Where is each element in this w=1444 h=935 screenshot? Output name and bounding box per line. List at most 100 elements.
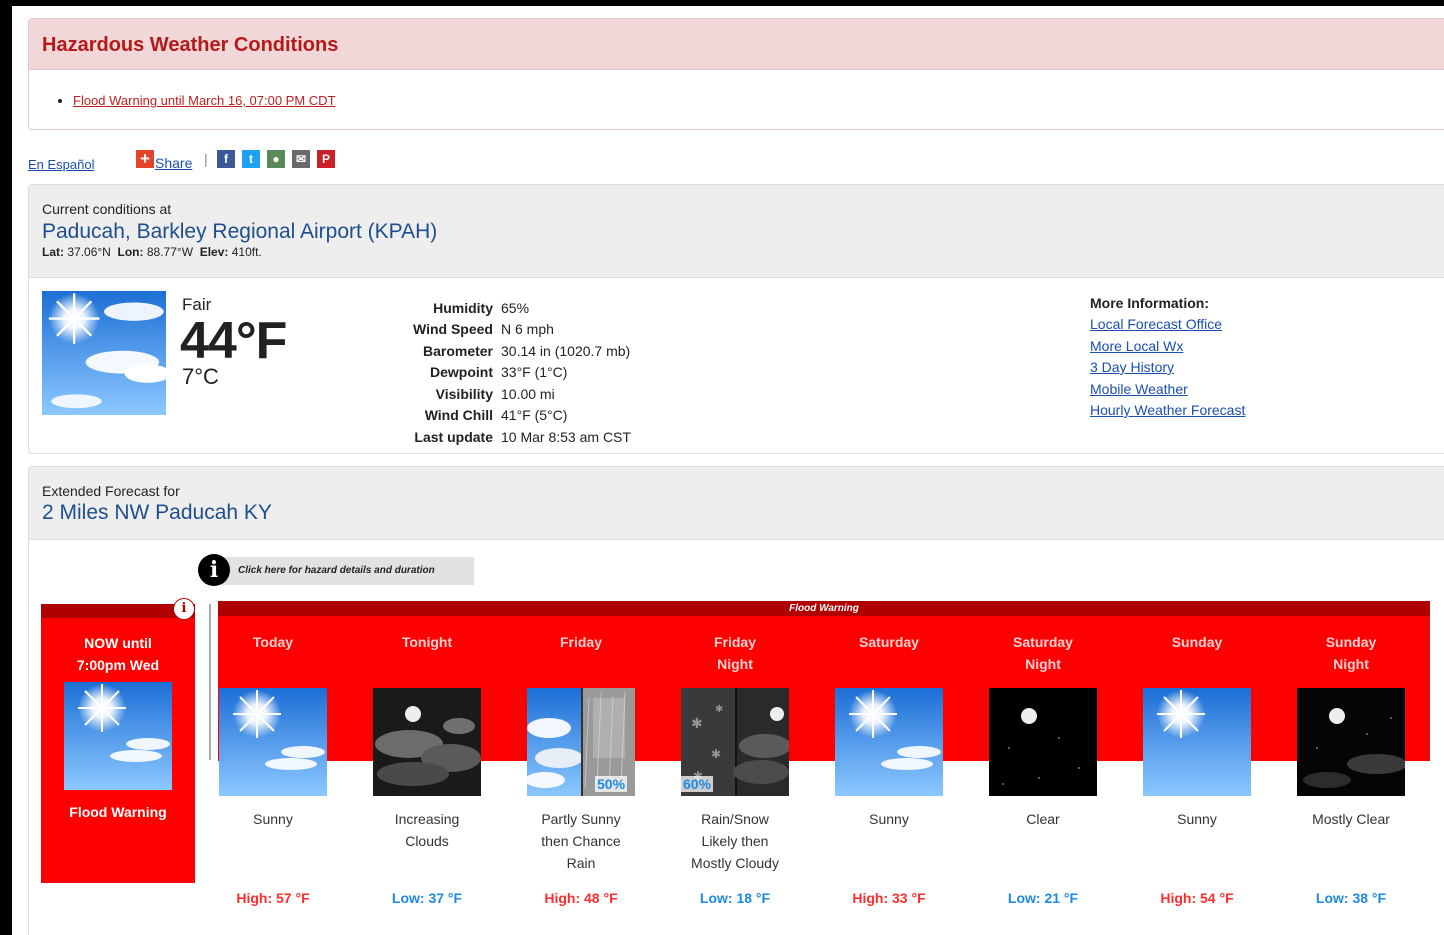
share-link[interactable]: Share [155, 155, 192, 171]
now-box-bar [41, 604, 195, 618]
period-name-line1: Friday [713, 634, 756, 650]
espanol-link[interactable]: En Español [28, 157, 95, 172]
hazard-header: Hazardous Weather Conditions [29, 19, 1444, 70]
detail-label: Wind Chill [424, 407, 493, 424]
flood-warning-link[interactable]: Flood Warning until March 16, 07:00 PM C… [73, 93, 336, 108]
detail-value: 33°F (1°C) [501, 364, 568, 381]
more-local-wx-link[interactable]: More Local Wx [1090, 336, 1245, 358]
fair-weather-icon [42, 291, 166, 415]
mobile-weather-link[interactable]: Mobile Weather [1090, 379, 1245, 401]
period-name: Sunday [1120, 631, 1274, 653]
period-description: Partly Sunny then Chance Rain [504, 808, 658, 874]
forecast-location: 2 Miles NW Paducah KY [42, 501, 272, 524]
desc-line: Likely then [701, 833, 769, 849]
more-info-heading: More Information: [1090, 295, 1209, 311]
period-name: Friday Night [658, 631, 812, 675]
lat-lon-elev: Lat: 37.06°N Lon: 88.77°W Elev: 410ft. [42, 245, 262, 259]
hazard-details-button[interactable]: Click here for hazard details and durati… [216, 557, 474, 585]
detail-row: Visibility 10.00 mi [409, 383, 635, 405]
period-name: Friday [504, 631, 658, 653]
detail-row: Humidity 65% [409, 297, 635, 319]
period-description: Sunny [1120, 808, 1274, 830]
share-plus-icon[interactable]: + [136, 150, 154, 168]
desc-line: Rain [566, 855, 596, 871]
desc-line: Sunny [869, 811, 909, 827]
period-name-line1: Today [252, 634, 294, 650]
page: Hazardous Weather Conditions Flood Warni… [12, 6, 1444, 935]
desc-line: Mostly Cloudy [691, 855, 779, 871]
period-temperature: Low: 21 °F [1007, 890, 1079, 906]
detail-row: Wind Chill 41°F (5°C) [409, 405, 635, 427]
more-info: More Information: Local Forecast Office … [1090, 295, 1245, 422]
detail-value: N 6 mph [501, 321, 554, 338]
digg-icon[interactable]: ● [267, 150, 285, 168]
period-name-line2: Night [1025, 656, 1061, 672]
detail-label: Dewpoint [430, 364, 493, 381]
desc-line: Clear [1026, 811, 1060, 827]
temperature-c: 7°C [182, 364, 219, 389]
email-icon[interactable]: ✉ [292, 150, 310, 168]
period-temperature: Low: 37 °F [391, 890, 463, 906]
detail-value: 30.14 in (1020.7 mb) [501, 342, 631, 359]
desc-line: Increasing [394, 811, 460, 827]
twitter-icon[interactable]: t [242, 150, 260, 168]
elev-label: Elev: [199, 245, 229, 259]
extended-forecast-header: Extended Forecast for 2 Miles NW Paducah… [29, 467, 1444, 540]
detail-value: 41°F (5°C) [501, 407, 568, 424]
detail-row: Barometer 30.14 in (1020.7 mb) [409, 340, 635, 362]
period-description: Sunny [812, 808, 966, 830]
now-info-icon[interactable]: i [173, 598, 195, 620]
temperature-f: 44°F [180, 312, 287, 370]
current-conditions-header: Current conditions at Paducah, Barkley R… [29, 185, 1444, 278]
pinterest-icon[interactable]: P [317, 150, 335, 168]
period-name-line1: Sunday [1325, 634, 1377, 650]
period-name: Sunday Night [1274, 631, 1428, 675]
hazard-title: Hazardous Weather Conditions [42, 34, 339, 56]
period-name-line1: Tonight [401, 634, 453, 650]
detail-value: 10 Mar 8:53 am CST [501, 428, 631, 445]
elev-value: 410ft. [231, 245, 262, 259]
detail-label: Humidity [433, 299, 493, 316]
sunny-icon [835, 688, 943, 796]
svg-text:✱: ✱ [711, 747, 721, 761]
period-name-line1: Saturday [859, 634, 919, 650]
period-temperature: High: 33 °F [852, 890, 926, 906]
now-line-2: 7:00pm Wed [76, 657, 160, 673]
forecast-band-label: Flood Warning [218, 601, 1430, 616]
sunny-icon [64, 682, 172, 790]
period-description: Sunny [196, 808, 350, 830]
hourly-forecast-link[interactable]: Hourly Weather Forecast [1090, 400, 1245, 422]
period-description: Rain/Snow Likely then Mostly Cloudy [658, 808, 812, 874]
period-description: Clear [966, 808, 1120, 830]
mostly-clear-night-icon [1297, 688, 1405, 796]
now-box-title: NOW until 7:00pm Wed [41, 632, 195, 676]
now-box-label: Flood Warning [69, 804, 167, 820]
night-clouds-icon [373, 688, 481, 796]
facebook-icon[interactable]: f [217, 150, 235, 168]
detail-row: Dewpoint 33°F (1°C) [409, 362, 635, 384]
desc-line: then Chance [541, 833, 621, 849]
period-temperature: High: 48 °F [544, 890, 618, 906]
detail-value: 65% [501, 299, 530, 316]
local-forecast-office-link[interactable]: Local Forecast Office [1090, 314, 1245, 336]
period-name: Saturday Night [966, 631, 1120, 675]
period-name: Saturday [812, 631, 966, 653]
period-name: Today [196, 631, 350, 653]
desc-line: Mostly Clear [1312, 811, 1390, 827]
desc-line: Clouds [405, 833, 449, 849]
current-conditions-panel: Current conditions at Paducah, Barkley R… [28, 184, 1444, 454]
svg-text:✱: ✱ [715, 704, 723, 715]
desc-line: Rain/Snow [701, 811, 769, 827]
three-day-history-link[interactable]: 3 Day History [1090, 357, 1245, 379]
detail-label: Wind Speed [413, 321, 493, 338]
svg-text:✱: ✱ [691, 715, 703, 731]
period-temperature: Low: 38 °F [1315, 890, 1387, 906]
hazard-panel: Hazardous Weather Conditions Flood Warni… [28, 18, 1444, 130]
info-icon[interactable]: i [198, 554, 230, 586]
period-name-line2: Night [717, 656, 753, 672]
detail-row: Wind Speed N 6 mph [409, 319, 635, 341]
now-warning-box[interactable]: i NOW until 7:00pm Wed Flood Warning [41, 598, 195, 883]
period-description: Mostly Clear [1274, 808, 1428, 830]
share-separator: | [204, 151, 208, 167]
detail-value: 10.00 mi [501, 385, 555, 402]
